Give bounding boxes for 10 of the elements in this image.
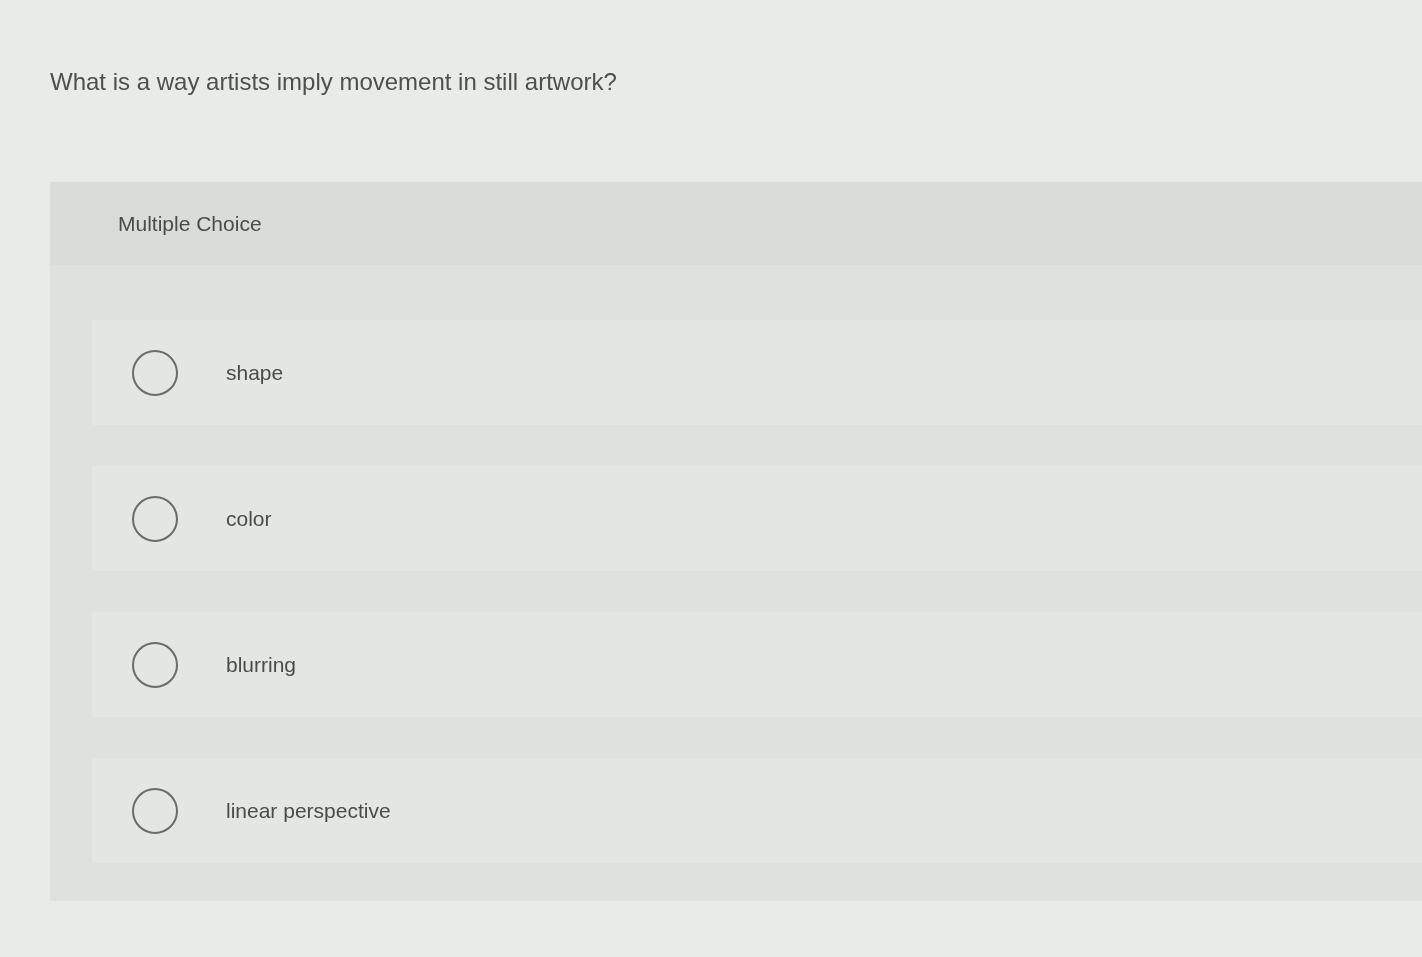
option-label: color	[226, 506, 272, 531]
option-label: shape	[226, 360, 284, 385]
question-text: What is a way artists imply movement in still artwork?	[50, 67, 617, 97]
option-label: linear perspective	[226, 798, 391, 823]
radio-button[interactable]	[132, 349, 178, 396]
radio-button[interactable]	[132, 787, 178, 834]
radio-button[interactable]	[132, 641, 178, 688]
panel-title: Multiple Choice	[118, 211, 262, 236]
option-label: blurring	[226, 652, 297, 677]
radio-button[interactable]	[132, 495, 178, 542]
